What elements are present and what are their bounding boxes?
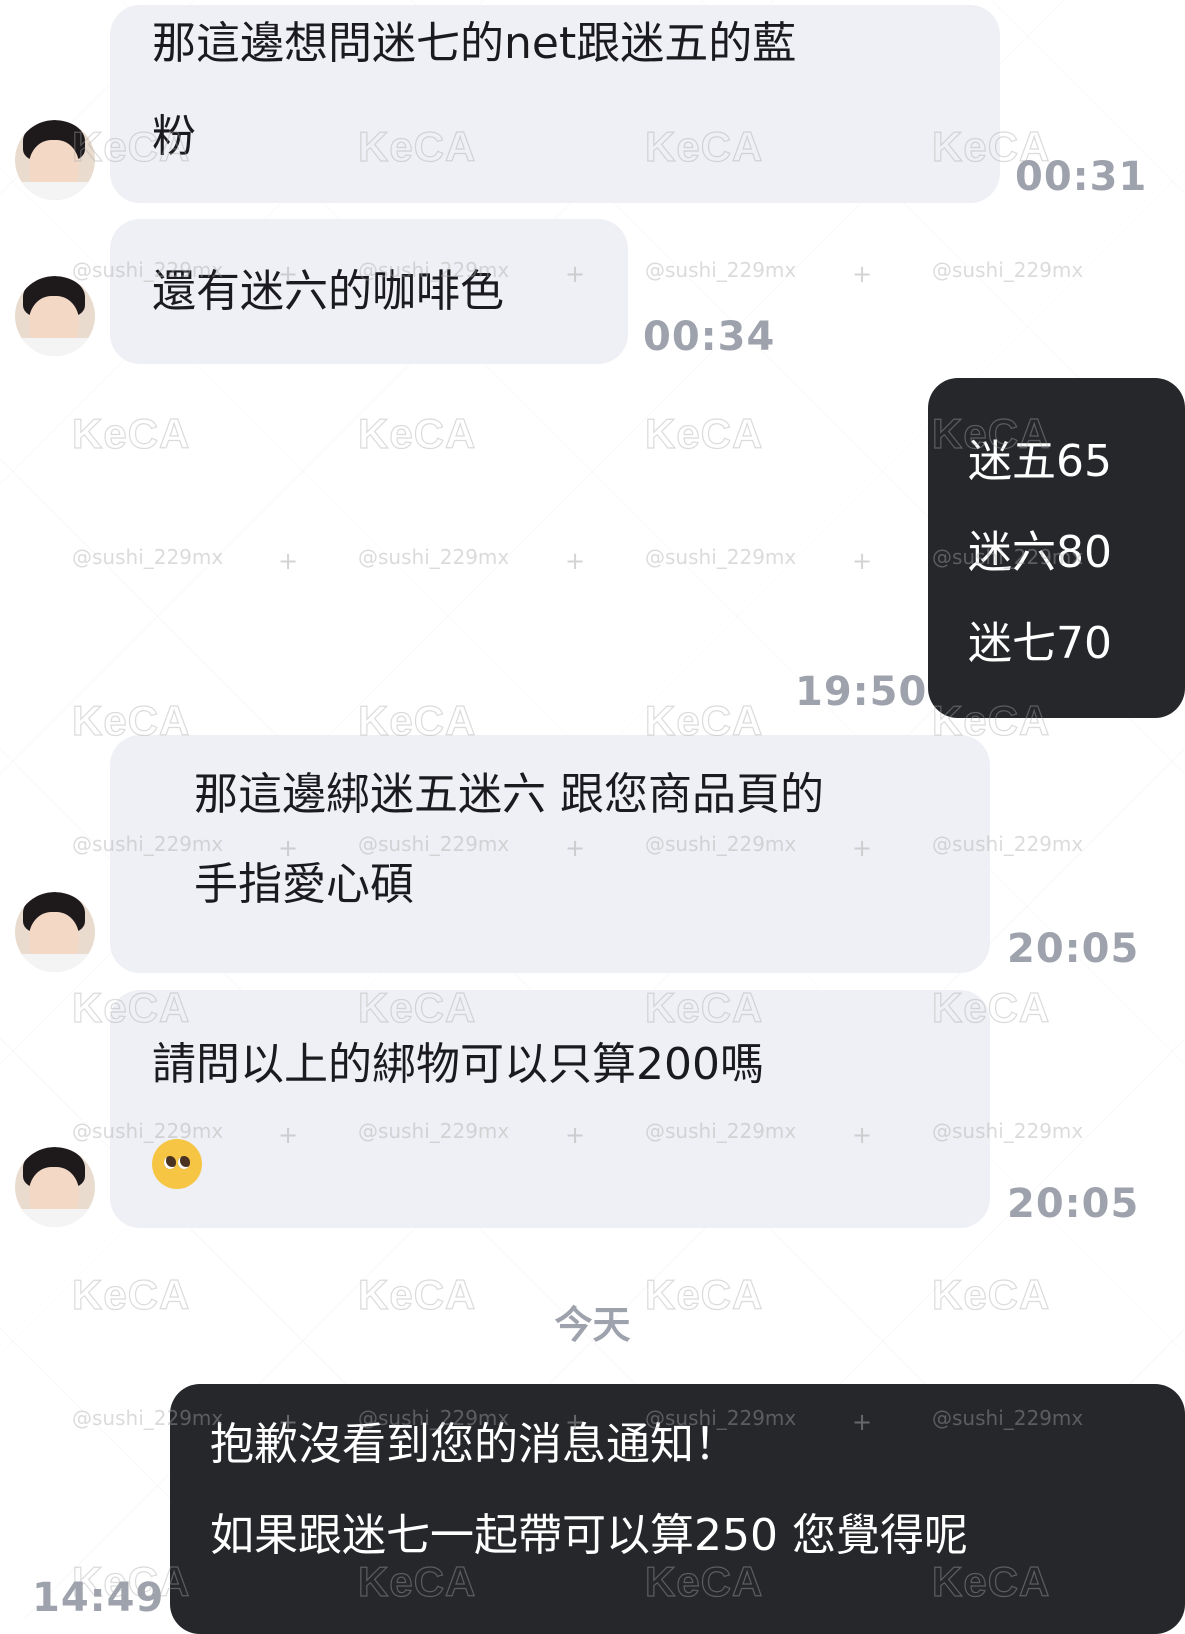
incoming-message-bubble[interactable]: 請問以上的綁物可以只算200嗎	[110, 990, 990, 1228]
incoming-message-bubble[interactable]: 那這邊想問迷七的net跟迷五的藍 粉	[110, 5, 1000, 203]
message-timestamp: 00:34	[643, 314, 776, 360]
message-timestamp: 14:49	[32, 1575, 165, 1621]
message-text: 那這邊綁迷五迷六 跟您商品頁的	[194, 769, 824, 820]
watermark-plus-icon: +	[565, 547, 586, 575]
pleading-face-emoji	[152, 1139, 202, 1189]
watermark-handle: @sushi_229mx	[645, 545, 797, 569]
outgoing-message-bubble[interactable]: 抱歉沒看到您的消息通知！ 如果跟迷七一起帶可以算250 您覺得呢	[170, 1384, 1185, 1634]
watermark-handle: @sushi_229mx	[645, 258, 797, 282]
message-emoji-line	[110, 1139, 990, 1190]
watermark-handle: @sushi_229mx	[932, 258, 1084, 282]
message-text: 還有迷六的咖啡色	[152, 266, 504, 317]
message-timestamp: 00:31	[1015, 154, 1148, 200]
message-text: 手指愛心碩	[194, 859, 414, 910]
sender-avatar[interactable]	[15, 276, 95, 356]
message-text: 粉	[152, 111, 196, 162]
incoming-message-bubble[interactable]: 還有迷六的咖啡色	[110, 219, 628, 364]
watermark-plus-icon: +	[852, 260, 873, 288]
message-timestamp: 20:05	[1007, 1181, 1140, 1227]
message-text: 抱歉沒看到您的消息通知！	[210, 1419, 738, 1470]
watermark-logo: KeCA	[644, 409, 764, 457]
message-text: 迷五65	[968, 436, 1112, 487]
date-separator: 今天	[554, 1303, 631, 1347]
message-text: 請問以上的綁物可以只算200嗎	[152, 1039, 764, 1090]
watermark-plus-icon: +	[278, 547, 299, 575]
sender-avatar[interactable]	[15, 892, 95, 972]
watermark-logo: KeCA	[71, 409, 191, 457]
watermark-handle: @sushi_229mx	[358, 545, 510, 569]
watermark-plus-icon: +	[852, 547, 873, 575]
message-timestamp: 20:05	[1007, 926, 1140, 972]
incoming-message-bubble[interactable]: 那這邊綁迷五迷六 跟您商品頁的 手指愛心碩	[110, 735, 990, 973]
watermark-handle: @sushi_229mx	[72, 545, 224, 569]
sender-avatar[interactable]	[15, 120, 95, 200]
outgoing-message-bubble[interactable]: 迷五65 迷六80 迷七70	[928, 378, 1185, 718]
message-text: 那這邊想問迷七的net跟迷五的藍	[152, 18, 797, 69]
message-text: 如果跟迷七一起帶可以算250 您覺得呢	[210, 1510, 968, 1561]
message-timestamp: 19:50	[795, 669, 928, 715]
watermark-logo: KeCA	[357, 409, 477, 457]
message-text: 迷七70	[968, 618, 1112, 669]
sender-avatar[interactable]	[15, 1147, 95, 1227]
message-text: 迷六80	[968, 527, 1112, 578]
